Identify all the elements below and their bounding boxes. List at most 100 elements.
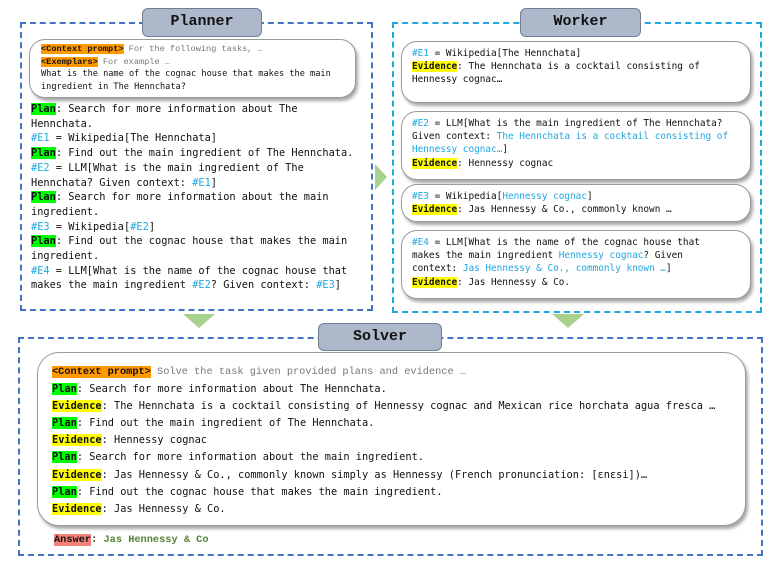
text-segment: : Find out the main ingredient of The He… bbox=[55, 147, 354, 160]
evidence-label: Evidence bbox=[412, 61, 458, 73]
text-segment: : The Hennchata is a cocktail consisting… bbox=[101, 400, 716, 413]
text-segment: = Wikipedia[ bbox=[428, 191, 503, 202]
text-line: #E1 = Wikipedia[The Hennchata] bbox=[31, 131, 353, 146]
text-line: #E3 = Wikipedia[Hennessy cognac] bbox=[412, 190, 672, 203]
text-line: #E2 = LLM[What is the main ingredient of… bbox=[31, 161, 353, 176]
text-segment: : Jas Hennessy & Co., commonly known … bbox=[457, 204, 672, 216]
evidence-label: Evidence bbox=[52, 434, 102, 447]
text-line: context: Jas Hennessy & Co., commonly kn… bbox=[412, 262, 700, 275]
text-segment: = Wikipedia[ bbox=[49, 220, 131, 233]
text-line: Evidence: Jas Hennessy & Co. bbox=[52, 501, 715, 518]
text-segment: = LLM[What is the name of the cognac hou… bbox=[49, 264, 348, 277]
prompt-text: For the following tasks, … bbox=[123, 44, 263, 54]
text-segment: ] bbox=[502, 144, 508, 156]
text-segment: : The Hennchata is a cocktail consisting… bbox=[457, 61, 700, 73]
text-segment: : Jas Hennessy & Co. bbox=[457, 276, 571, 288]
text-segment: : Search for more information about the … bbox=[76, 451, 424, 464]
text-segment: context: bbox=[412, 263, 463, 275]
text-line: Hennessy cognac… bbox=[412, 73, 700, 86]
evidence-reference: Hennessy cognac bbox=[502, 191, 587, 202]
worker-title: Worker bbox=[520, 8, 641, 37]
text-line: ingredient. bbox=[31, 249, 353, 264]
plan-label: Plan bbox=[52, 417, 77, 430]
text-segment: : Search for more information about the … bbox=[55, 191, 329, 204]
evidence-reference: #E2 bbox=[31, 161, 50, 174]
arrow-right-icon bbox=[375, 164, 387, 190]
prompt-text: For example … bbox=[97, 56, 170, 67]
text-line: Plan: Search for more information about … bbox=[31, 102, 353, 117]
answer-value: Jas Hennessy & Co bbox=[103, 534, 209, 546]
evidence-reference: #E3 bbox=[412, 191, 429, 202]
text-line: <Exemplars> For example … bbox=[41, 56, 331, 69]
solver-text: <Context prompt> Solve the task given pr… bbox=[52, 363, 715, 518]
text-line: #E3 = Wikipedia[#E2] bbox=[31, 220, 353, 235]
text-segment: : Hennessy cognac bbox=[101, 434, 207, 447]
planner-prompt-text: <Context prompt> For the following tasks… bbox=[41, 43, 331, 93]
text-segment: ingredient. bbox=[31, 250, 100, 263]
text-line: <Context prompt> Solve the task given pr… bbox=[52, 363, 715, 381]
text-segment: ] bbox=[586, 191, 593, 202]
text-line: Given context: The Hennchata is a cockta… bbox=[412, 130, 728, 143]
text-segment: makes the main ingredient bbox=[412, 250, 559, 262]
text-line: Evidence: Hennessy cognac bbox=[52, 432, 715, 449]
text-line: ingredient in The Hennchata? bbox=[41, 81, 331, 94]
text-segment: Given context: bbox=[412, 131, 497, 143]
context-prompt-label: <Context prompt> bbox=[52, 366, 151, 378]
text-line: Hennessy cognac…] bbox=[412, 143, 728, 156]
evidence-reference: The Hennchata is a cocktail consisting o… bbox=[496, 131, 729, 143]
context-prompt-label: <Context prompt> bbox=[41, 44, 124, 54]
evidence-label: Evidence bbox=[412, 204, 458, 216]
plan-label: Plan bbox=[31, 191, 56, 204]
plan-label: Plan bbox=[52, 485, 77, 498]
text-line: Evidence: The Hennchata is a cocktail co… bbox=[52, 398, 715, 415]
text-line: Plan: Find out the main ingredient of Th… bbox=[52, 415, 715, 432]
evidence-reference: #E3 bbox=[316, 279, 335, 292]
text-segment: : Hennessy cognac bbox=[457, 157, 554, 169]
text-line: <Context prompt> For the following tasks… bbox=[41, 43, 331, 56]
text-segment: = LLM[What is the main ingredient of The… bbox=[428, 118, 723, 129]
text-segment: ? Given context: bbox=[210, 279, 317, 292]
answer-label: Answer bbox=[54, 534, 92, 546]
text-segment: ] bbox=[210, 176, 217, 189]
evidence-label: Evidence bbox=[52, 400, 102, 413]
text-segment: makes the main ingredient bbox=[31, 279, 193, 292]
text-segment: ingredient in The Hennchata? bbox=[41, 81, 186, 92]
evidence-reference: Hennessy cognac… bbox=[412, 144, 503, 156]
text-segment: Hennessy cognac… bbox=[412, 74, 503, 86]
text-segment: = Wikipedia[The Hennchata] bbox=[49, 132, 217, 145]
text-line: #E2 = LLM[What is the main ingredient of… bbox=[412, 117, 728, 130]
text-segment: ] bbox=[666, 263, 672, 275]
text-line: Evidence: The Hennchata is a cocktail co… bbox=[412, 60, 700, 73]
evidence-reference: #E4 bbox=[412, 237, 429, 248]
text-segment: : Search for more information about The … bbox=[76, 383, 387, 396]
text-segment: : Jas Hennessy & Co., commonly known sim… bbox=[101, 468, 648, 481]
prompt-text: Solve the task given provided plans and … bbox=[150, 366, 467, 378]
worker-card-text: #E2 = LLM[What is the main ingredient of… bbox=[412, 117, 728, 170]
text-line: Hennchata? Given context: #E1] bbox=[31, 176, 353, 191]
evidence-reference: Hennessy cognac bbox=[558, 250, 644, 262]
evidence-reference: #E4 bbox=[31, 264, 50, 277]
planner-plan-text: Plan: Search for more information about … bbox=[31, 102, 353, 293]
evidence-label: Evidence bbox=[52, 468, 102, 481]
text-line: makes the main ingredient #E2? Given con… bbox=[31, 278, 353, 293]
text-segment: : bbox=[91, 533, 104, 545]
solver-answer: Answer: Jas Hennessy & Co bbox=[54, 532, 209, 547]
text-line: ingredient. bbox=[31, 205, 353, 220]
evidence-reference: #E2 bbox=[192, 279, 211, 292]
text-segment: What is the name of the cognac house tha… bbox=[41, 69, 331, 79]
text-line: Plan: Find out the cognac house that mak… bbox=[31, 234, 353, 249]
context-prompt-label: <Exemplars> bbox=[41, 56, 98, 67]
plan-label: Plan bbox=[31, 147, 56, 160]
plan-label: Plan bbox=[52, 383, 77, 396]
plan-label: Plan bbox=[31, 103, 56, 115]
evidence-reference: #E1 bbox=[31, 132, 50, 145]
evidence-reference: #E2 bbox=[130, 220, 149, 233]
solver-title: Solver bbox=[318, 323, 442, 351]
text-line: Plan: Find out the main ingredient of Th… bbox=[31, 146, 353, 161]
evidence-reference: #E1 bbox=[192, 176, 211, 189]
text-segment: : Find out the cognac house that makes t… bbox=[76, 485, 443, 498]
text-line: Plan: Search for more information about … bbox=[31, 190, 353, 205]
text-segment: Hennchata? Given context: bbox=[31, 176, 193, 189]
text-line: Answer: Jas Hennessy & Co bbox=[54, 532, 209, 547]
evidence-reference: Jas Hennessy & Co., commonly known … bbox=[462, 263, 667, 275]
